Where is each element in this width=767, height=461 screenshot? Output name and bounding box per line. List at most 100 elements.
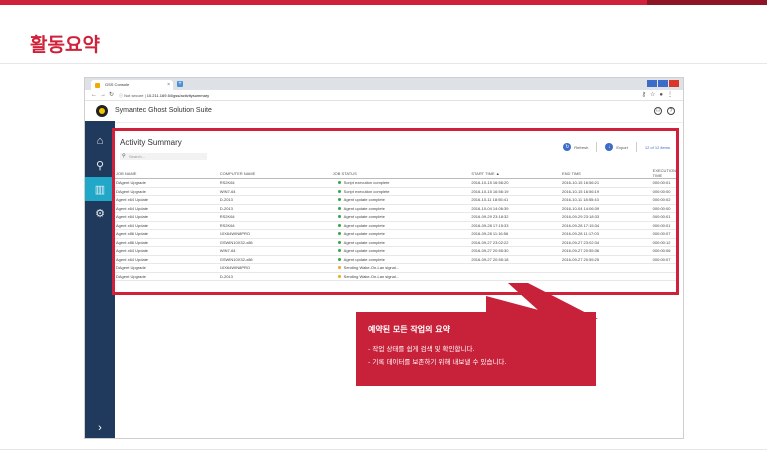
table-row[interactable]: Agent x64 Update GSWIN10X32-x86 Agent upda…	[115, 255, 676, 264]
execution-time: 000:00:07	[651, 229, 676, 239]
computer-name: RS2K64	[218, 221, 332, 230]
job-name: Agent x64 Update	[115, 195, 219, 205]
callout-box: 예약된 모든 작업의 요약 - 작업 상태를 쉽게 검색 및 확인합니다. - …	[356, 296, 596, 386]
search-input[interactable]: ⚲ Search...	[120, 153, 207, 160]
computer-name: D-2013	[218, 272, 332, 281]
end-time: 2016-09-29 23:18:33	[560, 212, 652, 222]
help-icon[interactable]: ?	[667, 107, 675, 115]
chevron-right-icon[interactable]: ›	[85, 422, 115, 434]
reload-icon[interactable]: ↻	[109, 92, 117, 98]
job-status-text: Agent update complete	[343, 256, 385, 262]
status-ok-icon	[337, 223, 341, 227]
job-name: Agent x64 Update	[115, 246, 219, 256]
end-time	[560, 272, 652, 281]
search-icon: ⚲	[122, 153, 126, 159]
computer-name: WIN7-64	[218, 187, 332, 196]
start-time: 2016-10-15 16:56:20	[470, 178, 561, 188]
execution-time	[651, 272, 676, 281]
export-icon[interactable]: ↓	[605, 143, 614, 151]
status-ok-icon	[337, 206, 341, 210]
profile-icon[interactable]: ●	[659, 92, 667, 98]
maximize-button[interactable]	[658, 80, 668, 87]
minimize-button[interactable]	[647, 80, 657, 87]
table-row[interactable]: DAgent Upgrade D-2013 Sending Wake-On-Lan …	[115, 272, 676, 281]
table-row[interactable]: Agent x64 Update D-2013 Agent update compl…	[115, 195, 676, 205]
job-name: Agent x64 Update	[115, 221, 219, 230]
column-header[interactable]: COMPUTER NAME	[218, 168, 332, 179]
table-row[interactable]: Agent x86 Update 10X64WIN8PRO Agent update…	[115, 229, 676, 239]
table-row[interactable]: DAgent Upgrade 10X64WIN8PRO Sending Wake-O…	[115, 263, 676, 273]
job-status-text: Agent update complete	[343, 239, 385, 245]
computer-name: D-2013	[218, 204, 332, 213]
column-header[interactable]: EXECUTION TIME	[651, 168, 676, 179]
end-time: 2016-09-28 17:15:34	[560, 221, 652, 230]
column-header[interactable]: START TIME ▲	[470, 168, 561, 179]
job-status: Agent update complete	[331, 195, 471, 205]
key-icon[interactable]: ⚷	[642, 92, 650, 98]
menu-icon[interactable]: ⋮	[667, 92, 677, 98]
panel-title: Activity Summary	[120, 138, 182, 147]
job-name: Agent x64 Update	[115, 212, 219, 222]
tab-close-icon[interactable]: ×	[167, 80, 170, 90]
start-time	[470, 263, 561, 273]
job-status-text: Agent update complete	[343, 214, 385, 220]
computer-name: 10X64WIN8PRO	[218, 229, 332, 239]
table-row[interactable]: Agent x64 Update WIN7-64 Agent update comp…	[115, 246, 676, 256]
job-status: Agent update complete	[331, 204, 471, 213]
sidebar-item-network[interactable]: ⚲	[85, 153, 115, 177]
job-status: Script execution complete	[331, 187, 471, 196]
computer-name: RS2K64	[218, 178, 332, 188]
back-icon[interactable]: ←	[91, 92, 100, 98]
status-ok-icon	[337, 215, 341, 218]
table-row[interactable]: DAgent Upgrade RS2K64 Script execution com…	[115, 178, 676, 188]
sidebar-item-reports[interactable]: ▥	[85, 177, 115, 201]
new-tab-button[interactable]: +	[177, 81, 183, 87]
job-status-text: Agent update complete	[343, 222, 385, 228]
start-time	[470, 272, 561, 281]
panel-toolbar: ↻ Refresh ↓ Export 12 of 12 items	[563, 142, 670, 152]
table-row[interactable]: Agent x64 Update RS2K64 Agent update compl…	[115, 221, 676, 230]
refresh-button[interactable]: Refresh	[574, 145, 588, 150]
table-row[interactable]: DAgent Upgrade WIN7-64 Script execution co…	[115, 187, 676, 196]
column-header[interactable]: END TIME	[560, 168, 652, 179]
job-status: Agent update complete	[331, 255, 471, 264]
url-field[interactable]: ⓘ Not secure | 10.211.169.54/gss/activit…	[119, 91, 209, 101]
activity-summary-panel: Activity Summary ⚲ Search... ↻ Refresh ↓…	[112, 128, 679, 295]
start-time: 2016-09-28 17:15:33	[470, 221, 561, 230]
execution-time: 000:00:02	[651, 195, 676, 205]
table-row[interactable]: Agent x64 Update RS2K64 Agent update compl…	[115, 212, 676, 222]
column-header[interactable]: JOB NAME	[115, 168, 219, 179]
table-row[interactable]: Agent x86 Update GSWIN10X32-x86 Agent upda…	[115, 238, 676, 247]
sidebar-item-home[interactable]: ⌂	[85, 129, 115, 153]
status-ok-icon	[337, 189, 341, 193]
export-button[interactable]: Export	[616, 145, 628, 150]
forward-icon[interactable]: →	[100, 92, 109, 98]
start-time: 2016-09-27 20:55:30	[470, 246, 561, 256]
end-time: 2016-09-27 20:55:36	[560, 246, 652, 256]
column-header[interactable]: JOB STATUS	[331, 168, 471, 179]
sidebar-item-settings[interactable]: ⚙	[85, 201, 115, 225]
close-window-button[interactable]	[669, 80, 679, 87]
browser-tab[interactable]: GSS Console ×	[91, 80, 173, 90]
job-status: Agent update complete	[331, 229, 471, 239]
star-icon[interactable]: ☆	[650, 92, 659, 98]
browser-toolbar-icons: ⚷☆●⋮	[642, 90, 677, 100]
start-time: 2016-09-28 11:16:56	[470, 229, 561, 239]
refresh-icon[interactable]: ↻	[563, 143, 572, 151]
job-status: Agent update complete	[331, 246, 471, 256]
callout-line: - 기록 데이터를 보존하기 위해 내보낼 수 있습니다.	[368, 358, 507, 366]
job-name: Agent x64 Update	[115, 255, 219, 264]
item-count: 12 of 12 items	[644, 144, 670, 150]
job-name: Agent x64 Update	[115, 204, 219, 213]
status-pending-icon	[337, 274, 341, 278]
start-time: 2016-10-04 14:06:39	[470, 204, 561, 213]
user-icon[interactable]: ⚇	[654, 107, 662, 115]
home-icon: ⌂	[96, 135, 104, 147]
execution-time: 000:00:00	[651, 187, 676, 196]
job-name: DAgent Upgrade	[115, 272, 219, 281]
bottom-divider	[0, 449, 767, 450]
activity-table: JOB NAME COMPUTER NAME JOB STATUS START TIM…	[115, 168, 676, 281]
job-status: Script execution complete	[331, 178, 471, 188]
table-row[interactable]: Agent x64 Update D-2013 Agent update compl…	[115, 204, 676, 213]
tab-title: GSS Console	[105, 82, 130, 87]
